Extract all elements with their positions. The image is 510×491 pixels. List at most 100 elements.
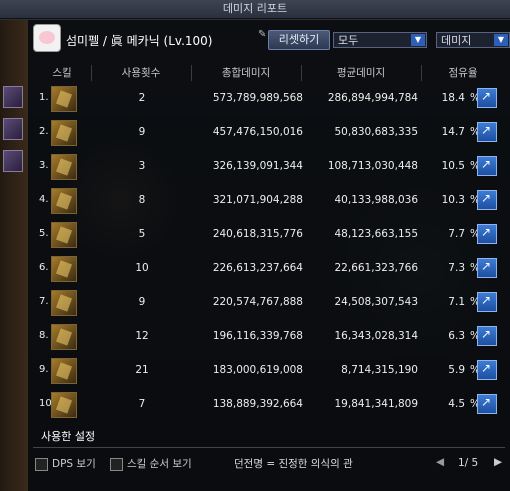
footer-divider — [33, 447, 505, 448]
uses-cell: 5 — [138, 228, 146, 240]
chevron-down-icon: ▼ — [411, 34, 425, 46]
table-header: 스킬 사용횟수 총합데미지 평균데미지 점유율 — [33, 65, 505, 81]
col-share: 점유율 — [448, 67, 478, 79]
page-indicator: 1/ 5 — [458, 457, 479, 469]
used-setting-tab[interactable]: 사용한 설정 — [41, 428, 95, 444]
total-damage-cell: 573,789,989,568 — [212, 92, 303, 104]
total-damage-cell: 326,139,091,344 — [212, 160, 303, 172]
character-name: 섬미펠 / 眞 메카닉 (Lv.100) — [66, 34, 213, 48]
table-row: 10. 7 138,889,392,664 19,841,341,809 4.5% — [33, 390, 505, 419]
uses-cell: 7 — [138, 398, 146, 410]
avg-damage-cell: 24,508,307,543 — [334, 296, 419, 308]
skill-icon — [51, 120, 77, 146]
external-link-icon[interactable] — [477, 122, 497, 142]
metric-select-value: 데미지 — [441, 34, 472, 47]
skill-order-checkbox[interactable] — [110, 457, 123, 471]
left-skill-strip — [0, 20, 28, 491]
total-damage-cell: 183,000,619,008 — [212, 364, 303, 376]
total-damage-cell: 457,476,150,016 — [212, 126, 303, 138]
col-skill: 스킬 — [33, 65, 92, 81]
external-link-icon[interactable] — [477, 292, 497, 312]
uses-cell: 10 — [135, 262, 149, 274]
avg-damage-cell: 48,123,663,155 — [334, 228, 419, 240]
skill-order-label: 스킬 순서 보기 — [127, 458, 192, 470]
chevron-down-icon: ▼ — [494, 34, 508, 46]
avg-damage-cell: 22,661,323,766 — [334, 262, 419, 274]
skill-order-toggle[interactable]: 스킬 순서 보기 — [110, 456, 192, 471]
skill-icon — [51, 324, 77, 350]
external-link-icon[interactable] — [477, 360, 497, 380]
side-skill-icon — [3, 118, 23, 140]
pager: ◀ 1/ 5 ▶ — [436, 456, 506, 472]
arrow-left-icon[interactable]: ◀ — [436, 456, 444, 468]
row-rank: 3. — [39, 160, 49, 171]
share-cell: 18.4 — [441, 92, 465, 104]
skill-icon — [51, 188, 77, 214]
total-damage-cell: 196,116,339,768 — [212, 330, 303, 342]
avg-damage-cell: 286,894,994,784 — [327, 92, 418, 104]
row-rank: 7. — [39, 296, 49, 307]
table-row: 5. 5 240,618,315,776 48,123,663,155 7.7% — [33, 220, 505, 249]
uses-cell: 12 — [135, 330, 149, 342]
total-damage-cell: 321,071,904,288 — [212, 194, 303, 206]
external-link-icon[interactable] — [477, 326, 497, 346]
filter-select-value: 모두 — [338, 34, 359, 47]
avg-damage-cell: 8,714,315,190 — [341, 364, 418, 376]
table-row: 6. 10 226,613,237,664 22,661,323,766 7.3% — [33, 254, 505, 283]
pin-icon[interactable]: ✎ — [258, 30, 268, 40]
reset-button[interactable]: 리셋하기 — [268, 30, 330, 50]
skill-icon — [51, 358, 77, 384]
share-cell: 5.9 — [448, 364, 465, 376]
arrow-right-icon[interactable]: ▶ — [494, 456, 502, 468]
total-damage-cell: 226,613,237,664 — [212, 262, 303, 274]
character-avatar — [33, 24, 61, 52]
row-rank: 5. — [39, 228, 49, 239]
external-link-icon[interactable] — [477, 88, 497, 108]
side-skill-icon — [3, 150, 23, 172]
row-rank: 8. — [39, 330, 49, 341]
col-total: 총합데미지 — [191, 65, 302, 81]
total-damage-cell: 138,889,392,664 — [212, 398, 303, 410]
window-title: 데미지 리포트 — [0, 0, 510, 19]
table-row: 8. 12 196,116,339,768 16,343,028,314 6.3% — [33, 322, 505, 351]
external-link-icon[interactable] — [477, 190, 497, 210]
uses-cell: 8 — [138, 194, 146, 206]
row-rank: 2. — [39, 126, 49, 137]
dps-checkbox[interactable] — [35, 457, 48, 471]
share-cell: 7.7 — [448, 228, 465, 240]
external-link-icon[interactable] — [477, 258, 497, 278]
skill-icon — [51, 256, 77, 282]
external-link-icon[interactable] — [477, 224, 497, 244]
uses-cell: 2 — [138, 92, 146, 104]
external-link-icon[interactable] — [477, 394, 497, 414]
metric-select[interactable]: 데미지 ▼ — [436, 32, 510, 48]
table-row: 7. 9 220,574,767,888 24,508,307,543 7.1% — [33, 288, 505, 317]
table-row: 1. 2 573,789,989,568 286,894,994,784 18.4% — [33, 84, 505, 113]
share-cell: 14.7 — [441, 126, 465, 138]
skill-icon — [51, 290, 77, 316]
total-damage-cell: 240,618,315,776 — [212, 228, 303, 240]
share-cell: 10.5 — [441, 160, 465, 172]
row-rank: 1. — [39, 92, 49, 103]
col-avg: 평균데미지 — [301, 65, 422, 81]
report-header: 섬미펠 / 眞 메카닉 (Lv.100) ✎ 리셋하기 모두 ▼ 데미지 ▼ — [28, 22, 510, 58]
external-link-icon[interactable] — [477, 156, 497, 176]
share-cell: 7.1 — [448, 296, 465, 308]
filter-select[interactable]: 모두 ▼ — [333, 32, 427, 48]
share-cell: 7.3 — [448, 262, 465, 274]
dps-label: DPS 보기 — [52, 458, 96, 470]
table-row: 2. 9 457,476,150,016 50,830,683,335 14.7% — [33, 118, 505, 147]
uses-cell: 21 — [135, 364, 149, 376]
share-cell: 6.3 — [448, 330, 465, 342]
table-row: 4. 8 321,071,904,288 40,133,988,036 10.3% — [33, 186, 505, 215]
row-rank: 6. — [39, 262, 49, 273]
uses-cell: 9 — [138, 296, 146, 308]
dungeon-name: 던전명 = 진정한 의식의 관 — [234, 458, 353, 470]
dps-toggle[interactable]: DPS 보기 — [35, 456, 96, 471]
avg-damage-cell: 50,830,683,335 — [334, 126, 419, 138]
col-uses: 사용횟수 — [91, 65, 192, 81]
avg-damage-cell: 40,133,988,036 — [334, 194, 419, 206]
share-cell: 4.5 — [448, 398, 465, 410]
skill-icon — [51, 154, 77, 180]
row-rank: 4. — [39, 194, 49, 205]
